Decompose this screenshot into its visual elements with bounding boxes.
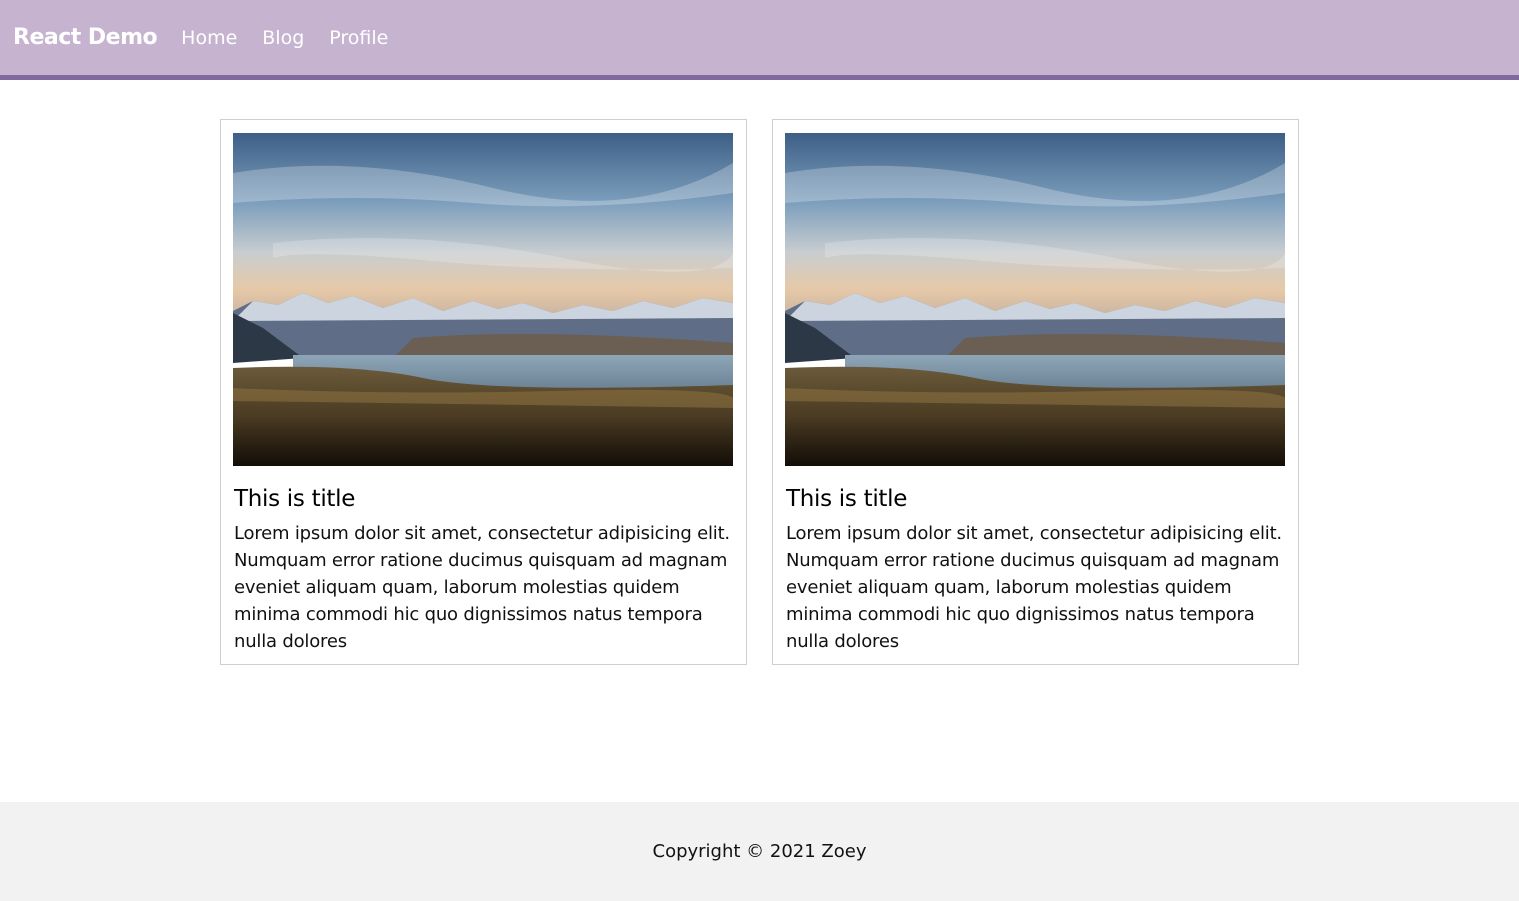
card-text: Lorem ipsum dolor sit amet, consectetur …: [786, 523, 1282, 652]
blog-card: This is title Lorem ipsum dolor sit amet…: [772, 119, 1299, 665]
nav-link-blog[interactable]: Blog: [262, 27, 304, 49]
nav-link-profile[interactable]: Profile: [329, 27, 388, 49]
landscape-image: [233, 133, 733, 466]
landscape-image: [785, 133, 1285, 466]
card-title: This is title: [234, 486, 356, 512]
card-text: Lorem ipsum dolor sit amet, consectetur …: [234, 523, 730, 652]
card-image: [233, 133, 733, 466]
footer: Copyright © 2021 Zoey: [0, 802, 1519, 901]
card-image: [785, 133, 1285, 466]
blog-card: This is title Lorem ipsum dolor sit amet…: [220, 119, 747, 665]
card-title: This is title: [786, 486, 908, 512]
main-content: This is title Lorem ipsum dolor sit amet…: [0, 80, 1519, 802]
nav-link-home[interactable]: Home: [181, 27, 237, 49]
navbar: React Demo Home Blog Profile: [0, 0, 1519, 80]
brand-logo-link[interactable]: React Demo: [13, 25, 158, 50]
copyright-text: Copyright © 2021 Zoey: [652, 841, 867, 862]
